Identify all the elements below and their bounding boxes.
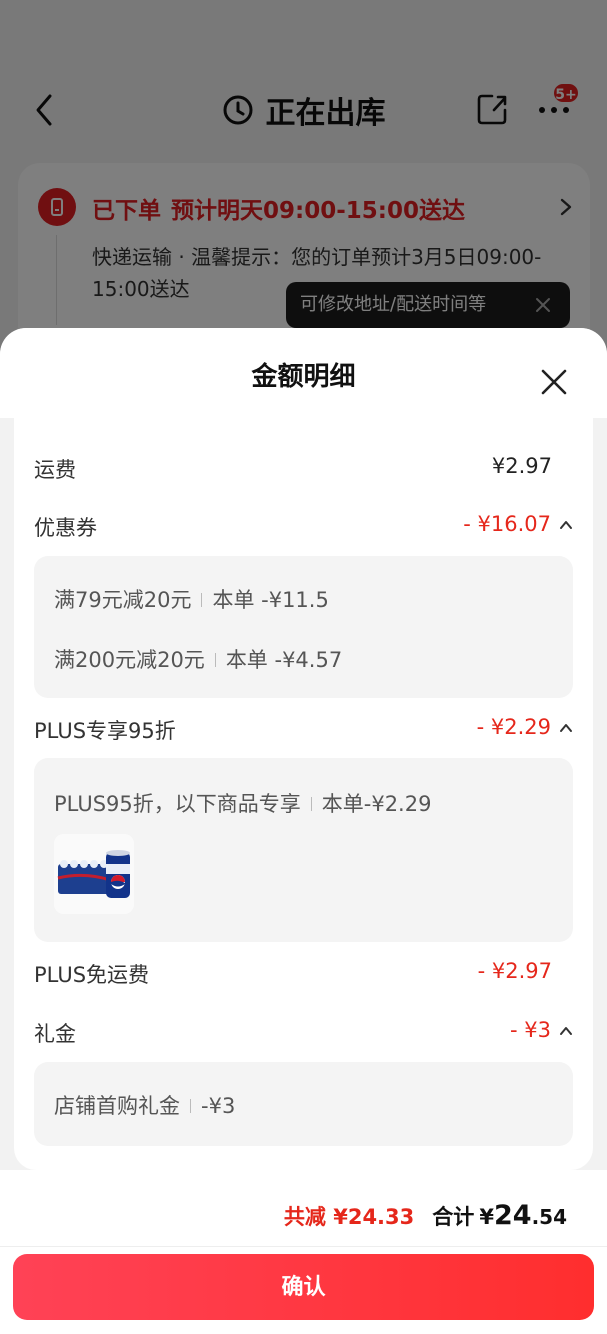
plus-item-detail: 本单-¥2.29 xyxy=(321,792,432,816)
product-thumbnail[interactable] xyxy=(54,834,134,914)
plus-discount-box: PLUS95折，以下商品专享 本单-¥2.29 xyxy=(34,758,573,942)
sheet-footer: 共减 ¥24.33 合计 ¥24.54 确认 xyxy=(0,1170,607,1334)
plus-free-shipping-value: - ¥2.97 xyxy=(477,959,552,983)
plus-discount-label: PLUS专享95折 xyxy=(34,719,176,743)
gift-label: 礼金 xyxy=(34,1022,76,1046)
total-label: 合计 xyxy=(432,1205,475,1229)
separator xyxy=(214,653,216,667)
separator xyxy=(310,797,312,811)
coupon-item-detail: 本单 -¥11.5 xyxy=(212,588,329,612)
coupon-label: 优惠券 xyxy=(34,516,97,540)
gift-detail-box: 店铺首购礼金 -¥3 xyxy=(34,1062,573,1146)
plus-discount-value: - ¥2.29 xyxy=(476,715,551,739)
total-currency: ¥ xyxy=(479,1205,494,1229)
chevron-up-icon[interactable] xyxy=(559,721,573,735)
chevron-up-icon[interactable] xyxy=(559,518,573,532)
shipping-value: ¥2.97 xyxy=(491,454,552,478)
sheet-title: 金额明细 xyxy=(251,362,356,392)
confirm-button[interactable]: 确认 xyxy=(13,1254,594,1320)
plus-free-shipping-row: PLUS免运费 - ¥2.97 xyxy=(14,953,593,993)
close-icon[interactable] xyxy=(538,366,570,398)
total-reduction: 共减 ¥24.33 xyxy=(283,1205,415,1229)
gift-row[interactable]: 礼金 - ¥3 xyxy=(14,1012,593,1052)
coupon-item-name: 满79元减20元 xyxy=(54,588,192,612)
coupon-item-name: 满200元减20元 xyxy=(54,648,205,672)
gift-item: 店铺首购礼金 -¥3 xyxy=(54,1090,235,1120)
coupon-item-detail: 本单 -¥4.57 xyxy=(225,648,343,672)
separator xyxy=(201,593,203,607)
totals-summary: 共减 ¥24.33 合计 ¥24.54 xyxy=(284,1200,567,1231)
total-integer: 24 xyxy=(493,1200,532,1231)
sheet-header: 金额明细 xyxy=(0,328,607,418)
separator xyxy=(190,1099,191,1113)
coupon-detail-box: 满79元减20元 本单 -¥11.5 满200元减20元 本单 -¥4.57 xyxy=(34,556,573,698)
chevron-up-icon[interactable] xyxy=(559,1024,573,1038)
amount-detail-sheet: 金额明细 运费 ¥2.97 优惠券 - ¥16.07 满79元减20元 本单 -¥… xyxy=(0,328,607,1334)
total-decimal: .54 xyxy=(531,1205,567,1229)
gift-item-detail: -¥3 xyxy=(201,1094,236,1118)
shipping-label: 运费 xyxy=(34,458,76,482)
coupon-item: 满200元减20元 本单 -¥4.57 xyxy=(54,644,342,674)
plus-free-shipping-label: PLUS免运费 xyxy=(34,963,150,987)
pepsi-can-pack-image xyxy=(54,834,134,914)
page: 正在出库 5+ 已下单预计明天09:00-15:00送达 快递运输 · 温馨 xyxy=(0,0,607,1334)
coupon-value: - ¥16.07 xyxy=(463,512,551,536)
gift-item-name: 店铺首购礼金 xyxy=(54,1094,180,1118)
amount-detail-list[interactable]: 运费 ¥2.97 优惠券 - ¥16.07 满79元减20元 本单 -¥11.5 … xyxy=(14,418,593,1170)
coupon-item: 满79元减20元 本单 -¥11.5 xyxy=(54,584,329,614)
footer-divider xyxy=(0,1246,607,1247)
plus-discount-row[interactable]: PLUS专享95折 - ¥2.29 xyxy=(14,709,593,749)
shipping-row: 运费 ¥2.97 xyxy=(14,448,593,488)
total-amount: 合计 ¥24.54 xyxy=(432,1200,567,1231)
plus-item-name: PLUS95折，以下商品专享 xyxy=(54,792,301,816)
coupon-row[interactable]: 优惠券 - ¥16.07 xyxy=(14,506,593,546)
plus-discount-item: PLUS95折，以下商品专享 本单-¥2.29 xyxy=(54,788,431,818)
